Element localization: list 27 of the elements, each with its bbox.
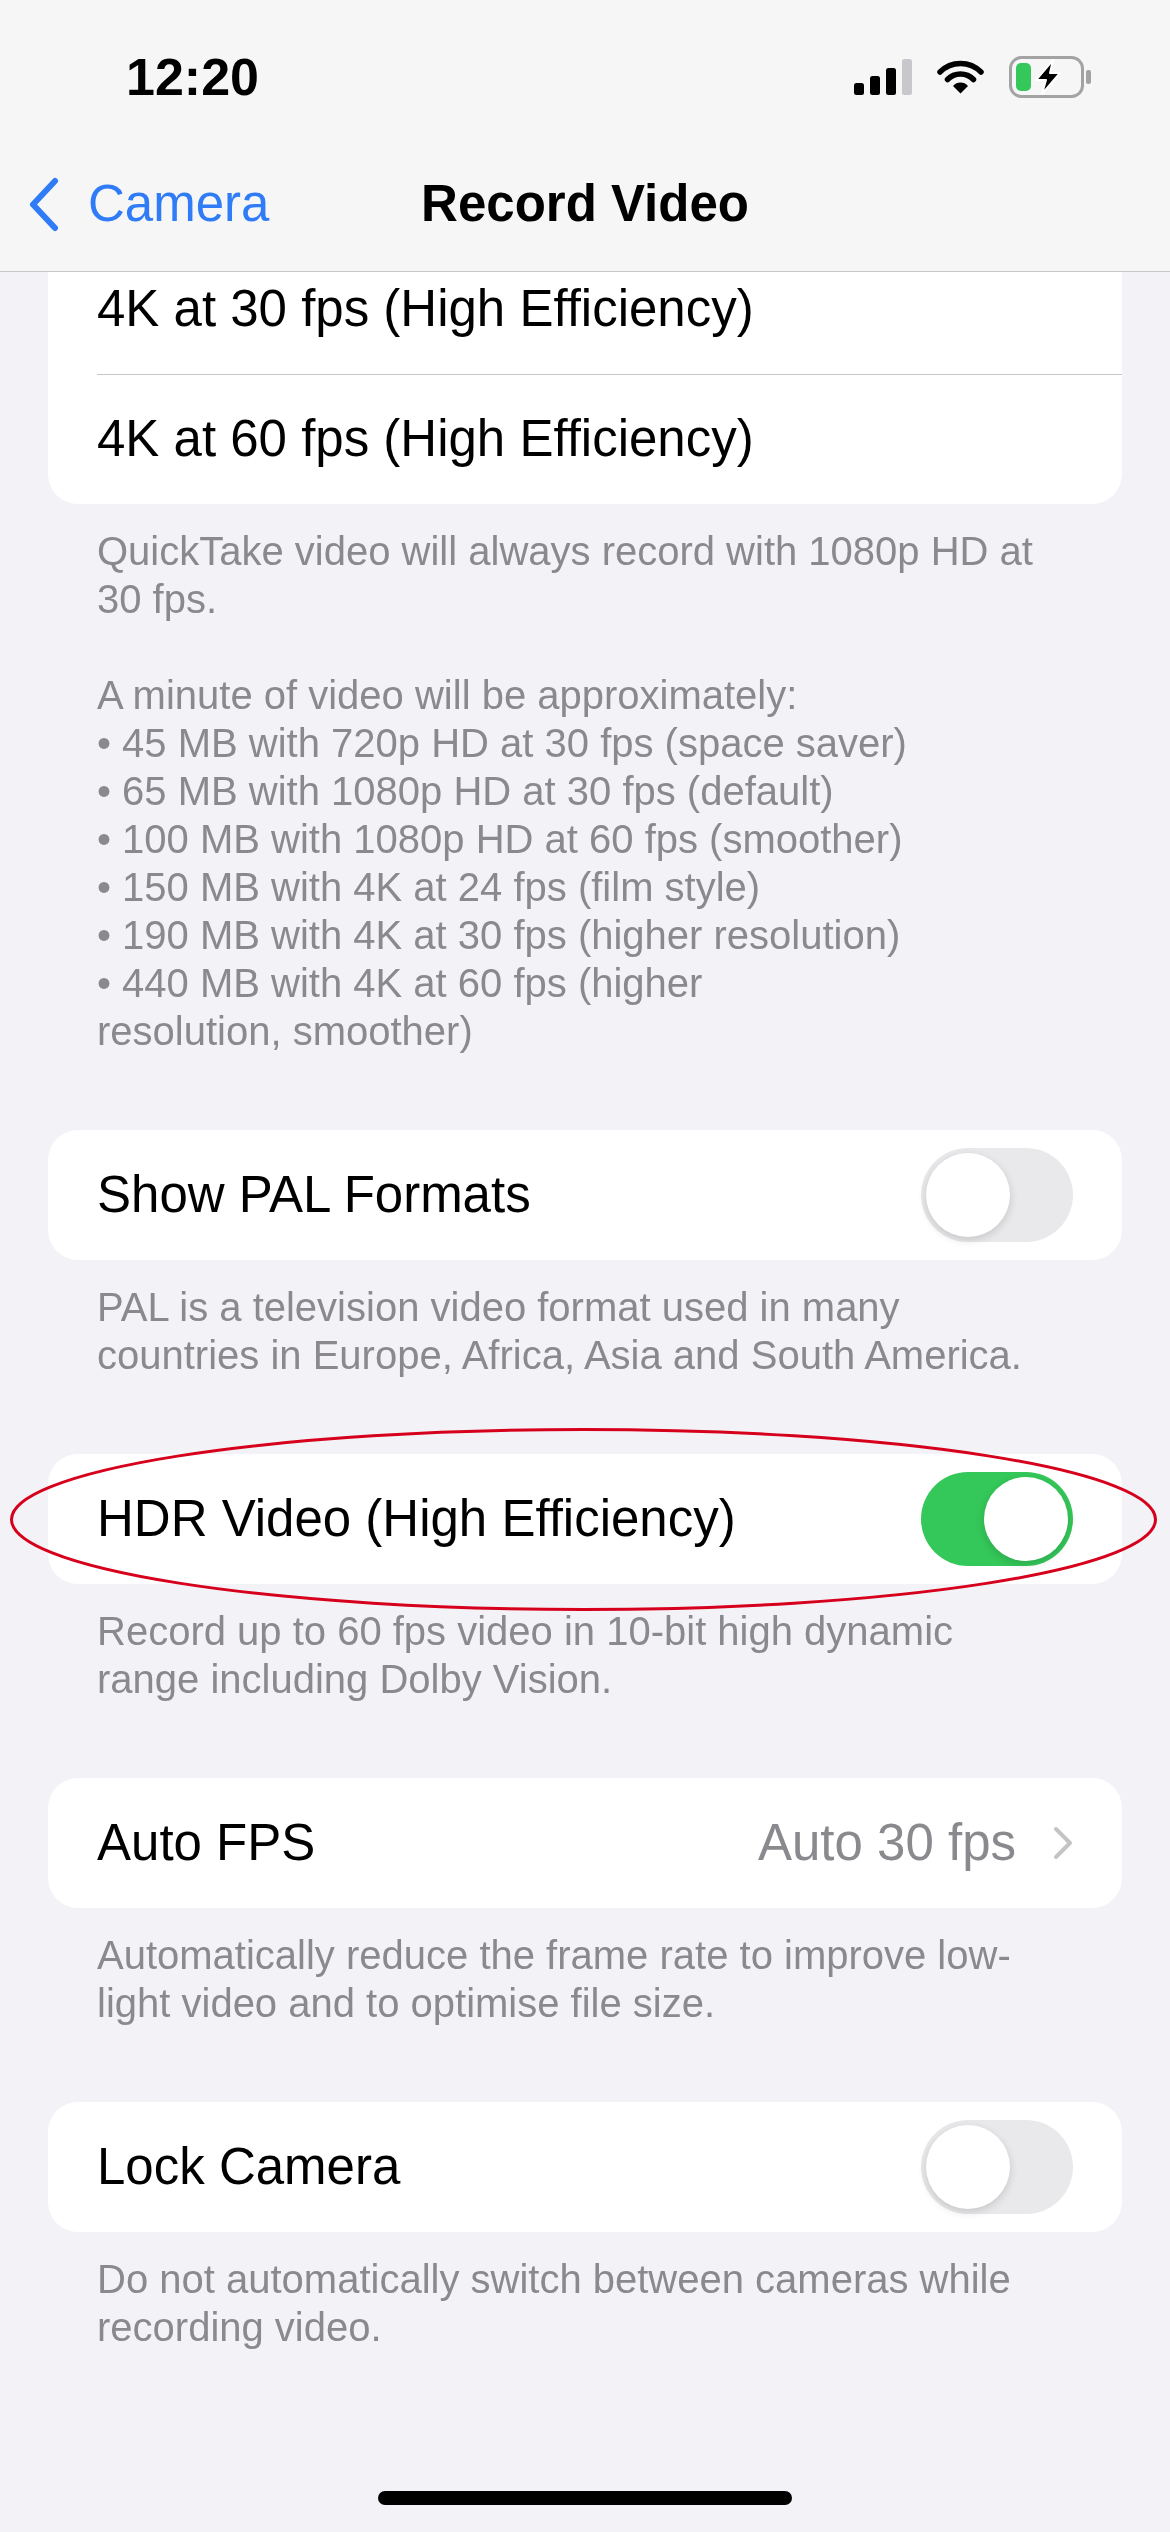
footer-text: A minute of video will be approximately: — [97, 672, 799, 719]
footer-list-item: • 65 MB with 1080p HD at 30 fps (default) — [97, 768, 835, 815]
format-option[interactable]: 4K at 60 fps (High Efficiency) — [97, 374, 754, 505]
auto-fps-row[interactable]: Auto FPS Auto 30 fps — [97, 1778, 1073, 1908]
detail-value: Auto 30 fps — [758, 1812, 1016, 1873]
setting-label: Lock Camera — [97, 2136, 401, 2197]
wifi-icon — [937, 59, 984, 94]
nav-title: Record Video — [421, 174, 749, 235]
battery-charging-icon — [1009, 55, 1091, 98]
footer-text: Automatically reduce the frame rate to improve low-light video and to optimise file size. — [97, 1932, 1012, 2027]
chevron-right-icon — [1053, 1826, 1073, 1860]
signal-icon — [854, 58, 912, 95]
footer-text: PAL is a television video format used in many countries in Europe, Africa, Asia and South America. — [97, 1284, 1023, 1379]
footer-text: Do not automatically switch between cameras while recording video. — [97, 2256, 1012, 2351]
footer-list-item: • 440 MB with 4K at 60 fps (higher resolution, smoother) — [97, 960, 704, 1055]
footer-list-item: • 45 MB with 720p HD at 30 fps (space saver) — [97, 720, 908, 767]
setting-label: HDR Video (High Efficiency) — [97, 1488, 736, 1549]
footer-text: Record up to 60 fps video in 10-bit high dynamic range including Dolby Vision. — [97, 1608, 955, 1703]
footer-list-item: • 150 MB with 4K at 24 fps (film style) — [97, 864, 762, 911]
setting-label: Show PAL Formats — [97, 1164, 531, 1225]
footer-list-item: • 190 MB with 4K at 30 fps (higher resolution) — [97, 912, 902, 959]
footer-list-item: • 100 MB with 1080p HD at 60 fps (smoother) — [97, 816, 904, 863]
footer-text: QuickTake video will always record with 1080p HD at 30 fps. — [97, 528, 1034, 623]
chevron-left-icon — [27, 176, 60, 232]
format-option[interactable]: 4K at 30 fps (High Efficiency) — [97, 272, 754, 374]
back-button[interactable]: Camera — [27, 166, 270, 243]
status-time: 12:20 — [126, 50, 259, 103]
